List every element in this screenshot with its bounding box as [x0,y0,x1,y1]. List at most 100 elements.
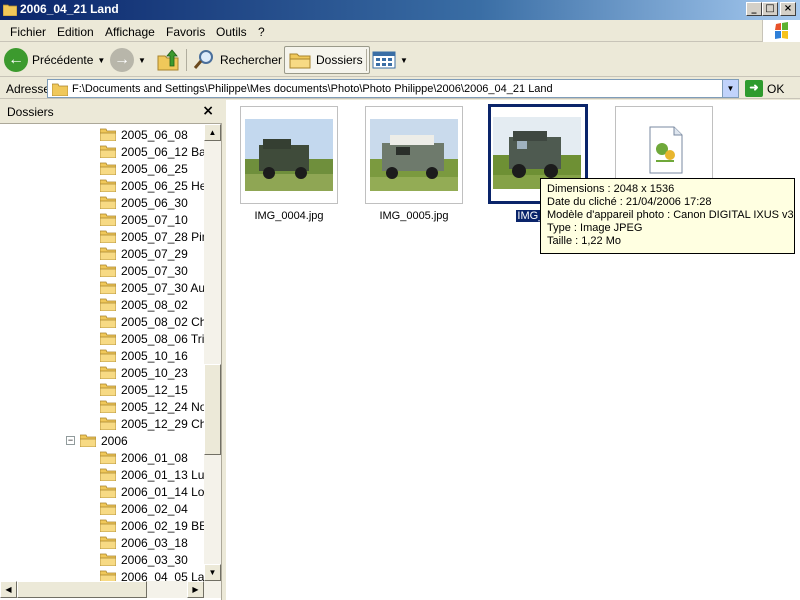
tree-folder-label: 2005_10_23 [121,365,188,380]
folders-button[interactable]: Dossiers [284,46,370,74]
search-button[interactable]: Rechercher [192,46,282,74]
menu-help[interactable]: ? [258,25,265,39]
tree-folder-item[interactable]: 2006_03_18 [99,534,188,551]
tree-folder-item[interactable]: 2005_07_30 [99,262,188,279]
tree-folder-item[interactable]: 2005_06_25 [99,160,188,177]
tree-folder-label: 2005_06_12 Barb [121,144,204,159]
search-icon [193,50,213,69]
tooltip-size: Taille : 1,22 Mo [547,235,621,247]
menu-outils[interactable]: Outils [216,25,247,39]
back-button[interactable]: ← Précédente ▼ [4,46,105,74]
collapse-icon[interactable]: − [66,436,75,445]
tree-folder-item[interactable]: 2006_04_05 Lan [99,568,204,582]
tree-folder-item[interactable]: 2005_12_29 Cha [99,415,204,432]
toolbar: ← Précédente ▼ → ▼ Rechercher Dossiers ▼ [0,43,800,77]
address-bar: Adresse F:\Documents and Settings\Philip… [0,78,800,99]
close-button[interactable]: × [780,2,796,16]
tree-folder-item[interactable]: 2005_07_29 [99,245,188,262]
tree-folder-item[interactable]: 2006_01_08 [99,449,188,466]
tree-folder-item[interactable]: 2005_08_02 Che [99,313,204,330]
tree-folder-item[interactable]: 2005_10_16 [99,347,188,364]
views-button[interactable]: ▼ [372,46,408,74]
address-dropdown-icon[interactable]: ▼ [722,80,738,97]
scroll-right-icon[interactable]: ▶ [187,581,204,598]
scroll-left-icon[interactable]: ◀ [0,581,17,598]
address-input[interactable]: F:\Documents and Settings\Philippe\Mes d… [47,79,739,98]
folder-icon [99,332,117,346]
file-name: IMG_0004.jpg [254,210,324,222]
forward-button[interactable]: → ▼ [110,46,146,74]
folder-icon [289,53,311,69]
maximize-button[interactable]: □ [762,2,778,16]
tree-folder-item[interactable]: 2005_08_06 Tria [99,330,204,347]
file-name: IMG_0005.jpg [379,210,449,222]
tree-vertical-scrollbar[interactable]: ▲ ▼ [204,124,221,581]
tree-folder-item[interactable]: 2005_08_02 [99,296,188,313]
folder-icon [99,570,117,581]
tree-folder-item[interactable]: 2005_07_30 Autr [99,279,204,296]
go-arrow-icon: ➜ [745,80,763,97]
folder-icon [99,264,117,278]
minimize-button[interactable]: _ [746,2,762,16]
tree-folder-label: 2006_04_05 Lan [121,569,204,582]
tree-folder-label: 2005_06_25 [121,161,188,176]
scroll-up-icon[interactable]: ▲ [204,124,221,141]
menu-affichage[interactable]: Affichage [105,25,155,39]
forward-arrow-icon: → [110,48,134,72]
views-dropdown-icon[interactable]: ▼ [400,56,408,65]
tree-folder-label: 2005_12_29 Cha [121,416,204,431]
tree-folder-label: 2005_10_16 [121,348,188,363]
scrollbar-thumb[interactable] [204,364,221,455]
tree-folder-label: 2006_01_08 [121,450,188,465]
menu-fichier[interactable]: Fichier [10,25,46,39]
folder-icon [99,196,117,210]
generic-file-icon [649,126,683,174]
tree-folder-item[interactable]: 2006_01_13 Lun [99,466,204,483]
tree-folder-label: 2005_07_10 [121,212,188,227]
tree-folder-label: 2005_08_06 Tria [121,331,204,346]
tree-folder-item[interactable]: 2005_07_10 [99,211,188,228]
tree-folder-item[interactable]: 2005_12_24 Noe [99,398,204,415]
tree-folder-label: 2005_12_24 Noe [121,399,204,414]
up-folder-icon [157,49,179,71]
close-icon[interactable]: × [202,103,214,119]
folder-icon [3,4,17,16]
scrollbar-thumb[interactable] [17,581,147,598]
forward-dropdown-icon[interactable]: ▼ [138,56,146,65]
folder-icon [99,400,117,414]
tree-folder-item[interactable]: 2005_06_25 Herv [99,177,204,194]
tree-folder-label: 2005_07_29 [121,246,188,261]
folder-icon [99,502,117,516]
tree-folder-item[interactable]: 2006_02_19 BEF [99,517,204,534]
back-dropdown-icon[interactable]: ▼ [97,56,105,65]
tree-folder-item[interactable]: 2005_06_30 [99,194,188,211]
photo-thumbnail-image [370,119,458,191]
folder-icon [99,417,117,431]
folder-icon [99,451,117,465]
tree-folder-item[interactable]: 2005_10_23 [99,364,188,381]
tree-folder-item[interactable]: 2006_02_04 [99,500,188,517]
go-button[interactable]: ➜ OK [745,80,784,97]
window-title: 2006_04_21 Land [20,2,119,16]
tree-folder-item[interactable]: 2005_06_08 [99,126,188,143]
folder-icon [99,179,117,193]
tree-folder-label: 2006_03_30 [121,552,188,567]
tree-horizontal-scrollbar[interactable]: ◀ ▶ [0,581,221,598]
scroll-down-icon[interactable]: ▼ [204,564,221,581]
up-folder-button[interactable] [156,46,180,74]
tree-folder-item[interactable]: 2005_07_28 Pinz [99,228,204,245]
folder-icon [99,468,117,482]
tree-folder-item[interactable]: 2006_01_14 Lore [99,483,204,500]
tree-folder-item[interactable]: 2006 [79,432,128,449]
file-thumbnail[interactable]: IMG_0004.jpg [240,106,338,222]
tree-folder-item[interactable]: 2006_03_30 [99,551,188,568]
folder-icon [52,83,68,96]
tree-folder-item[interactable]: 2005_06_12 Barb [99,143,204,160]
menu-edition[interactable]: Edition [57,25,94,39]
tree-folder-item[interactable]: 2005_12_15 [99,381,188,398]
folder-icon [99,247,117,261]
menu-favoris[interactable]: Favoris [166,25,205,39]
tree-folder-label: 2006_01_13 Lun [121,467,204,482]
address-path: F:\Documents and Settings\Philippe\Mes d… [72,83,553,95]
file-thumbnail[interactable]: IMG_0005.jpg [365,106,463,222]
